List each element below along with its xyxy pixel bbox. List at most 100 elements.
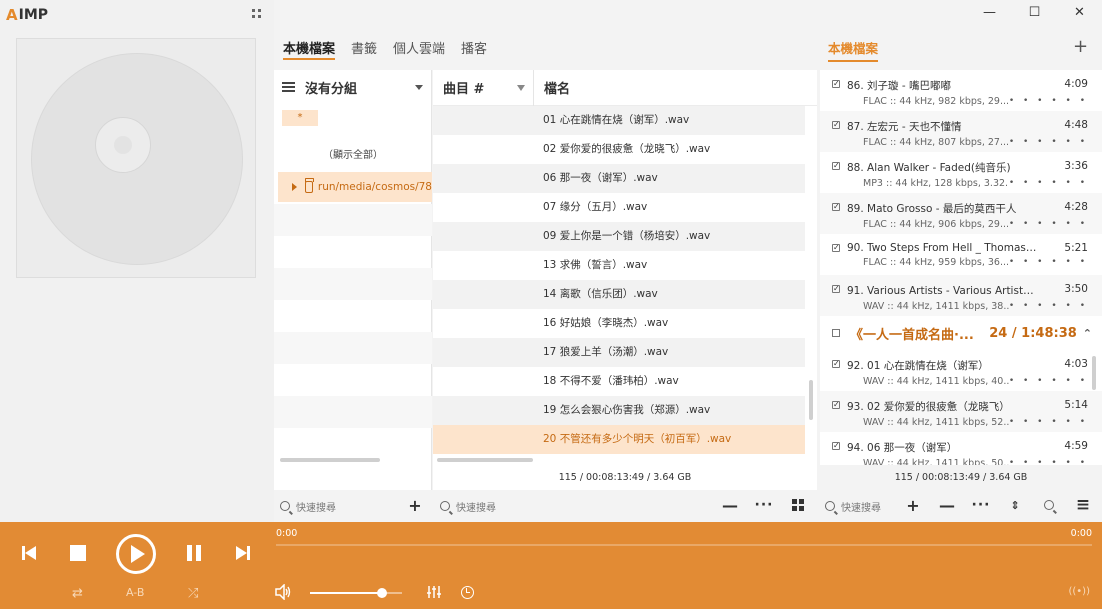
playlist-tab[interactable]: 本機檔案 bbox=[828, 38, 879, 62]
speaker-icon[interactable] bbox=[274, 584, 292, 600]
playlist-item-title: 90. Two Steps From Hell _ Thomas Ber... bbox=[847, 242, 1037, 254]
playlist-search[interactable]: 快速搜尋 bbox=[825, 494, 881, 518]
maximize-button[interactable]: ☐ bbox=[1012, 0, 1057, 24]
group-checkbox[interactable] bbox=[832, 329, 840, 337]
item-checkbox[interactable]: ✓ bbox=[832, 285, 840, 293]
repeat-icon[interactable]: ⇄ bbox=[72, 586, 83, 601]
filter-icon[interactable] bbox=[517, 84, 525, 91]
minimize-button[interactable]: — bbox=[967, 0, 1012, 24]
play-button[interactable] bbox=[116, 534, 156, 574]
playlist-item[interactable]: ✓ 90. Two Steps From Hell _ Thomas Ber...… bbox=[820, 234, 1102, 275]
playlist-item[interactable]: ✓ 87. 左宏元 - 天也不懂情 4:48 FLAC :: 44 kHz, 807 … bbox=[820, 111, 1102, 152]
item-checkbox[interactable]: ✓ bbox=[832, 203, 840, 211]
tab-cloud[interactable]: 個人雲端 bbox=[393, 30, 445, 64]
more-icon[interactable]: ··· bbox=[755, 496, 773, 514]
expand-arrow-icon[interactable] bbox=[292, 183, 297, 191]
next-track-button[interactable] bbox=[234, 544, 252, 562]
stop-button[interactable] bbox=[70, 545, 86, 561]
chevron-down-icon[interactable] bbox=[415, 84, 423, 90]
volume-handle[interactable] bbox=[376, 588, 387, 598]
horizontal-scrollbar[interactable] bbox=[437, 458, 533, 462]
menu-icon[interactable]: ≡ bbox=[1074, 495, 1092, 515]
playlist-item[interactable]: ✓ 88. Alan Walker - Faded(纯音乐) 3:36 MP3 :: … bbox=[820, 152, 1102, 193]
rating[interactable]: • • • • • • bbox=[1009, 257, 1088, 268]
view-grid-icon[interactable] bbox=[789, 496, 807, 514]
tab-bookmarks[interactable]: 書籤 bbox=[351, 30, 377, 64]
item-checkbox[interactable]: ✓ bbox=[832, 244, 840, 252]
item-checkbox[interactable]: ✓ bbox=[832, 121, 840, 129]
radio-broadcast-icon[interactable]: ((•)) bbox=[1068, 586, 1090, 597]
track-row-current[interactable]: 20 不管还有多少个明天（初百军）.wav bbox=[433, 425, 805, 454]
playlist-item[interactable]: ✓ 86. 刘子璇 - 嘴巴嘟嘟 4:09 FLAC :: 44 kHz, 982 k… bbox=[820, 70, 1102, 111]
folder-tree-item[interactable]: run/media/cosmos/78 bbox=[278, 172, 432, 202]
vertical-scrollbar[interactable] bbox=[809, 380, 813, 420]
track-row[interactable]: 02 爱你爱的很疲惫（龙晓飞）.wav bbox=[433, 135, 805, 164]
playlist-scrollbar[interactable] bbox=[1092, 356, 1096, 390]
grouping-select[interactable]: 沒有分組 bbox=[305, 78, 415, 97]
track-row[interactable]: 19 怎么会狠心伤害我（郑源）.wav bbox=[433, 396, 805, 425]
hamburger-icon[interactable] bbox=[282, 82, 295, 92]
ab-repeat-button[interactable]: A-B bbox=[126, 586, 144, 599]
main-menu-icon[interactable] bbox=[252, 9, 262, 19]
rating[interactable]: • • • • • • bbox=[1009, 137, 1088, 148]
rating[interactable]: • • • • • • bbox=[1009, 458, 1088, 465]
column-header-filename[interactable]: 檔名 bbox=[534, 78, 570, 97]
library-tabs: 本機檔案 書籤 個人雲端 播客 bbox=[274, 30, 487, 64]
playlist-item[interactable]: ✓ 93. 02 爱你爱的很疲惫（龙晓飞） 5:14 WAV :: 44 kHz, 1… bbox=[820, 391, 1102, 432]
sort-icon[interactable]: ⇕ bbox=[1006, 496, 1024, 514]
column-header-track-number[interactable]: 曲目 # bbox=[433, 69, 534, 106]
close-button[interactable]: ✕ bbox=[1057, 0, 1102, 24]
item-checkbox[interactable]: ✓ bbox=[832, 442, 840, 450]
tab-podcasts[interactable]: 播客 bbox=[461, 30, 487, 64]
add-button[interactable]: + bbox=[406, 496, 424, 515]
rating[interactable]: • • • • • • bbox=[1009, 301, 1088, 312]
add-files-button[interactable]: + bbox=[904, 496, 922, 515]
track-row[interactable]: 14 离歌（信乐团）.wav bbox=[433, 280, 805, 309]
equalizer-icon[interactable] bbox=[427, 585, 441, 599]
stripe bbox=[274, 204, 432, 236]
rating[interactable]: • • • • • • bbox=[1009, 96, 1088, 107]
volume-slider[interactable] bbox=[310, 588, 402, 598]
tracks-search[interactable]: 快速搜尋 bbox=[440, 494, 496, 518]
item-checkbox[interactable]: ✓ bbox=[832, 80, 840, 88]
track-row[interactable]: 06 那一夜（谢军）.wav bbox=[433, 164, 805, 193]
rating[interactable]: • • • • • • bbox=[1009, 178, 1088, 189]
filter-all-chip[interactable]: * bbox=[282, 110, 318, 126]
track-row[interactable]: 01 心在跳情在烧（谢军）.wav bbox=[433, 106, 805, 135]
show-all-item[interactable]: （顯示全部） bbox=[274, 146, 432, 161]
item-checkbox[interactable]: ✓ bbox=[832, 401, 840, 409]
track-row[interactable]: 16 好姑娘（李晓杰）.wav bbox=[433, 309, 805, 338]
track-row[interactable]: 18 不得不爱（潘玮柏）.wav bbox=[433, 367, 805, 396]
clock-icon[interactable] bbox=[461, 586, 474, 599]
search-icon[interactable] bbox=[1040, 496, 1058, 514]
track-row[interactable]: 17 狼爱上羊（汤潮）.wav bbox=[433, 338, 805, 367]
more-icon[interactable]: ··· bbox=[972, 496, 990, 514]
playlist-item[interactable]: ✓ 91. Various Artists - Various Artists-回… bbox=[820, 275, 1102, 316]
item-checkbox[interactable]: ✓ bbox=[832, 360, 840, 368]
playlist-item[interactable]: ✓ 89. Mato Grosso - 最后的莫西干人 4:28 FLAC :: 44… bbox=[820, 193, 1102, 234]
tab-local-files[interactable]: 本機檔案 bbox=[283, 30, 336, 60]
track-row[interactable]: 13 求佛（誓言）.wav bbox=[433, 251, 805, 280]
new-playlist-button[interactable]: + bbox=[1073, 36, 1088, 57]
pause-button[interactable] bbox=[186, 545, 202, 561]
rating[interactable]: • • • • • • bbox=[1009, 376, 1088, 387]
app-logo[interactable]: A IMP bbox=[6, 6, 48, 24]
groups-search[interactable]: 快速搜尋 bbox=[280, 494, 336, 518]
cd-disc-hole bbox=[114, 136, 132, 154]
track-row[interactable]: 09 爱上你是一个错（杨培安）.wav bbox=[433, 222, 805, 251]
playlist-item-title-row: 87. 左宏元 - 天也不懂情 4:48 bbox=[847, 111, 1088, 134]
rating[interactable]: • • • • • • bbox=[1009, 417, 1088, 428]
remove-button[interactable]: — bbox=[721, 496, 739, 515]
playlist-group-header[interactable]: 《一人一首成名曲·... 24 / 1:48:38 ⌃ bbox=[820, 316, 1102, 350]
previous-track-button[interactable] bbox=[20, 544, 38, 562]
playlist-item[interactable]: ✓ 94. 06 那一夜（谢军） 4:59 WAV :: 44 kHz, 1411 k… bbox=[820, 432, 1102, 465]
item-checkbox[interactable]: ✓ bbox=[832, 162, 840, 170]
collapse-chevron-icon[interactable]: ⌃ bbox=[1083, 327, 1092, 340]
remove-files-button[interactable]: — bbox=[938, 496, 956, 515]
rating[interactable]: • • • • • • bbox=[1009, 219, 1088, 230]
playlist-item[interactable]: ✓ 92. 01 心在跳情在烧（谢军） 4:03 WAV :: 44 kHz, 141… bbox=[820, 350, 1102, 391]
track-row[interactable]: 07 缘分（五月）.wav bbox=[433, 193, 805, 222]
horizontal-scrollbar[interactable] bbox=[280, 458, 380, 462]
shuffle-icon[interactable]: ⤮ bbox=[188, 586, 198, 601]
seek-bar[interactable] bbox=[276, 544, 1092, 546]
